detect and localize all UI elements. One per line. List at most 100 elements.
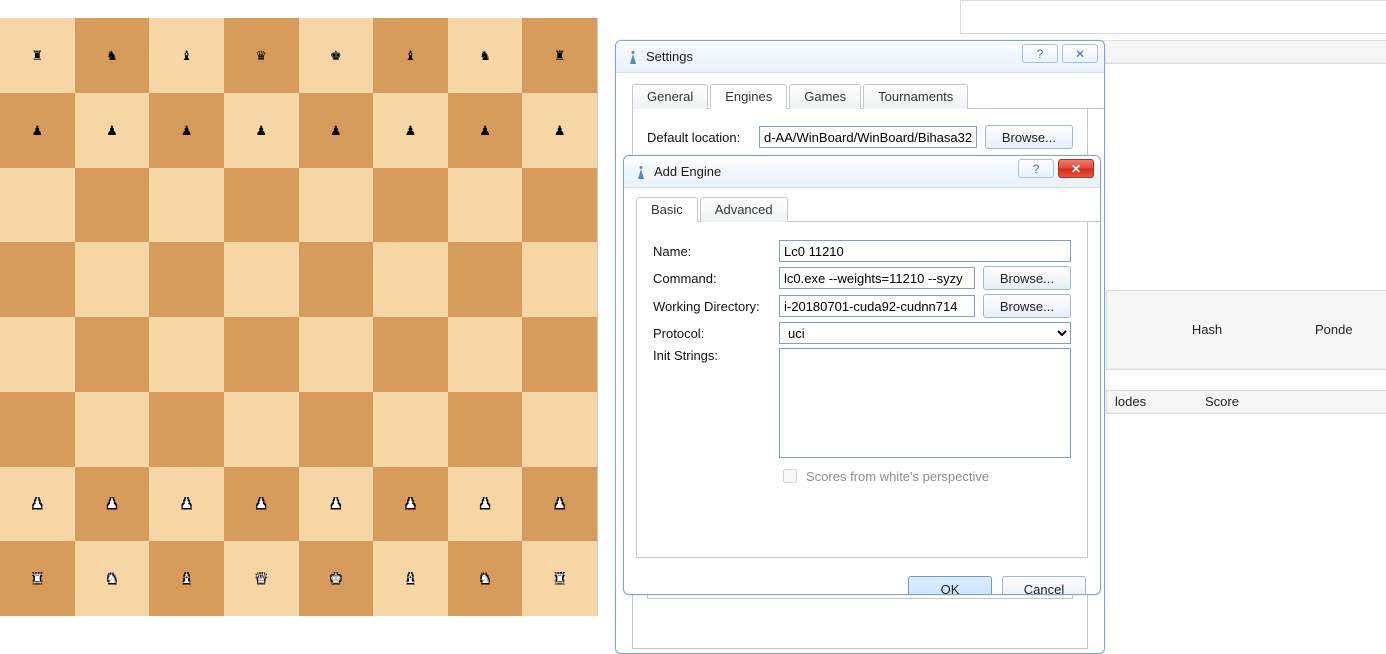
square-e7[interactable]: ♟ — [299, 93, 374, 168]
settings-tab-tournaments[interactable]: Tournaments — [863, 84, 968, 109]
default-location-input[interactable] — [759, 126, 977, 148]
square-h8[interactable]: ♜ — [522, 18, 597, 93]
square-b1[interactable]: ♞ — [75, 541, 150, 616]
square-c7[interactable]: ♟ — [149, 93, 224, 168]
square-f2[interactable]: ♟ — [373, 467, 448, 542]
square-a3[interactable] — [0, 392, 75, 467]
add-engine-titlebar[interactable]: Add Engine ? ✕ — [624, 156, 1100, 188]
square-a8[interactable]: ♜ — [0, 18, 75, 93]
square-a4[interactable] — [0, 317, 75, 392]
square-h6[interactable] — [522, 168, 597, 243]
settings-tab-games[interactable]: Games — [789, 84, 861, 109]
square-d5[interactable] — [224, 242, 299, 317]
cancel-button[interactable]: Cancel — [1002, 576, 1086, 595]
square-b3[interactable] — [75, 392, 150, 467]
square-h2[interactable]: ♟ — [522, 467, 597, 542]
add-engine-title: Add Engine — [654, 164, 721, 179]
black-pawn-icon: ♟ — [554, 124, 566, 137]
square-h5[interactable] — [522, 242, 597, 317]
black-pawn-icon: ♟ — [405, 124, 417, 137]
init-textarea[interactable] — [779, 348, 1071, 458]
default-location-browse-button[interactable]: Browse... — [985, 125, 1073, 149]
square-a7[interactable]: ♟ — [0, 93, 75, 168]
square-f7[interactable]: ♟ — [373, 93, 448, 168]
square-d1[interactable]: ♛ — [224, 541, 299, 616]
square-d2[interactable]: ♟ — [224, 467, 299, 542]
square-g2[interactable]: ♟ — [448, 467, 523, 542]
wd-label: Working Directory: — [653, 299, 771, 314]
square-h1[interactable]: ♜ — [522, 541, 597, 616]
square-f6[interactable] — [373, 168, 448, 243]
add-engine-actions: OK Cancel — [624, 568, 1100, 595]
scores-checkbox[interactable] — [783, 469, 797, 483]
square-c8[interactable]: ♝ — [149, 18, 224, 93]
chess-board[interactable]: ♜♞♝♛♚♝♞♜♟♟♟♟♟♟♟♟♟♟♟♟♟♟♟♟♜♞♝♛♚♝♞♜ — [0, 18, 598, 616]
square-f4[interactable] — [373, 317, 448, 392]
square-d6[interactable] — [224, 168, 299, 243]
square-g7[interactable]: ♟ — [448, 93, 523, 168]
square-d3[interactable] — [224, 392, 299, 467]
black-pawn-icon: ♟ — [31, 124, 43, 137]
square-h7[interactable]: ♟ — [522, 93, 597, 168]
settings-tab-general[interactable]: General — [632, 84, 708, 109]
add-engine-tab-advanced[interactable]: Advanced — [700, 197, 788, 222]
square-c2[interactable]: ♟ — [149, 467, 224, 542]
square-e8[interactable]: ♚ — [299, 18, 374, 93]
square-c4[interactable] — [149, 317, 224, 392]
wd-browse-button[interactable]: Browse... — [983, 294, 1071, 318]
square-h3[interactable] — [522, 392, 597, 467]
square-e5[interactable] — [299, 242, 374, 317]
settings-titlebar[interactable]: Settings ? ✕ — [616, 41, 1104, 73]
square-d8[interactable]: ♛ — [224, 18, 299, 93]
square-c6[interactable] — [149, 168, 224, 243]
square-a5[interactable] — [0, 242, 75, 317]
square-f1[interactable]: ♝ — [373, 541, 448, 616]
square-b8[interactable]: ♞ — [75, 18, 150, 93]
command-input[interactable] — [779, 267, 975, 289]
col-ponde: Ponde — [1307, 322, 1361, 337]
name-input[interactable] — [779, 240, 1071, 262]
square-g5[interactable] — [448, 242, 523, 317]
square-f8[interactable]: ♝ — [373, 18, 448, 93]
settings-help-button[interactable]: ? — [1022, 44, 1058, 63]
square-e4[interactable] — [299, 317, 374, 392]
settings-tab-engines[interactable]: Engines — [710, 84, 787, 109]
protocol-select[interactable]: uci — [779, 322, 1071, 344]
square-a1[interactable]: ♜ — [0, 541, 75, 616]
square-g3[interactable] — [448, 392, 523, 467]
add-engine-tab-basic[interactable]: Basic — [636, 197, 698, 222]
add-engine-close-button[interactable]: ✕ — [1058, 159, 1094, 178]
protocol-label: Protocol: — [653, 326, 771, 341]
ok-button[interactable]: OK — [908, 576, 992, 595]
add-engine-help-button[interactable]: ? — [1018, 159, 1054, 178]
square-g6[interactable] — [448, 168, 523, 243]
square-a6[interactable] — [0, 168, 75, 243]
square-b5[interactable] — [75, 242, 150, 317]
square-b2[interactable]: ♟ — [75, 467, 150, 542]
square-b6[interactable] — [75, 168, 150, 243]
wd-input[interactable] — [779, 295, 975, 317]
white-knight-icon: ♞ — [106, 572, 118, 585]
square-f3[interactable] — [373, 392, 448, 467]
white-bishop-icon: ♝ — [405, 572, 417, 585]
square-h4[interactable] — [522, 317, 597, 392]
square-d7[interactable]: ♟ — [224, 93, 299, 168]
square-e6[interactable] — [299, 168, 374, 243]
square-e2[interactable]: ♟ — [299, 467, 374, 542]
command-browse-button[interactable]: Browse... — [983, 266, 1071, 290]
col-hash: Hash — [1107, 322, 1307, 337]
square-b4[interactable] — [75, 317, 150, 392]
square-c1[interactable]: ♝ — [149, 541, 224, 616]
square-c3[interactable] — [149, 392, 224, 467]
settings-close-button[interactable]: ✕ — [1062, 44, 1098, 63]
square-e1[interactable]: ♚ — [299, 541, 374, 616]
square-g8[interactable]: ♞ — [448, 18, 523, 93]
square-c5[interactable] — [149, 242, 224, 317]
square-e3[interactable] — [299, 392, 374, 467]
square-f5[interactable] — [373, 242, 448, 317]
square-g4[interactable] — [448, 317, 523, 392]
square-d4[interactable] — [224, 317, 299, 392]
square-b7[interactable]: ♟ — [75, 93, 150, 168]
square-a2[interactable]: ♟ — [0, 467, 75, 542]
square-g1[interactable]: ♞ — [448, 541, 523, 616]
